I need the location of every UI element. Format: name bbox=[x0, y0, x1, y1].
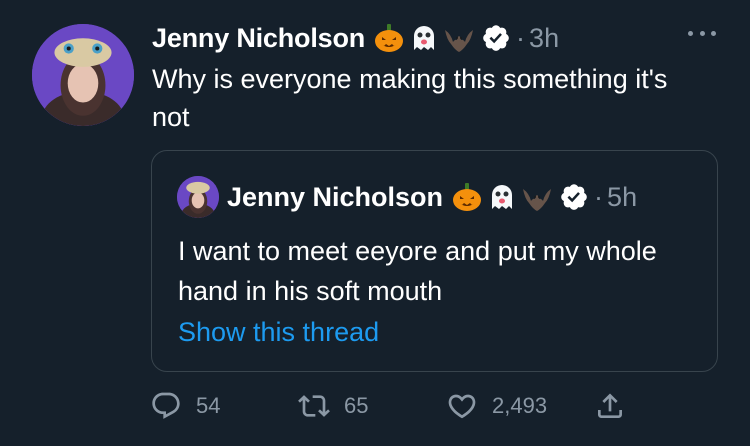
tweet-card[interactable]: Jenny Nicholson · 3h Why is everyone mak… bbox=[0, 0, 750, 446]
verified-badge-icon bbox=[559, 182, 589, 212]
quoted-tweet-text: I want to meet eeyore and put my whole h… bbox=[178, 236, 657, 306]
jack-o-lantern-icon bbox=[451, 181, 483, 213]
quoted-author-avatar bbox=[177, 176, 219, 218]
avatar-image bbox=[32, 24, 134, 126]
heart-icon bbox=[446, 390, 478, 422]
verified-badge-icon bbox=[481, 23, 511, 53]
reply-button[interactable]: 54 bbox=[150, 386, 220, 426]
quoted-tweet[interactable]: Jenny Nicholson · 5h I want to meet eeyo… bbox=[151, 150, 718, 372]
more-dot bbox=[699, 30, 705, 36]
tweet-timestamp[interactable]: 3h bbox=[529, 23, 559, 54]
tweet-actions: 54 65 2,493 bbox=[150, 386, 650, 426]
quoted-tweet-timestamp: 5h bbox=[607, 181, 638, 212]
retweet-button[interactable]: 65 bbox=[298, 386, 368, 426]
separator-dot: · bbox=[594, 181, 604, 212]
bat-icon bbox=[443, 22, 475, 54]
reply-count: 54 bbox=[196, 393, 221, 418]
tweet-header: Jenny Nicholson · 3h bbox=[152, 18, 559, 58]
retweet-icon bbox=[298, 390, 330, 422]
like-button[interactable]: 2,493 bbox=[446, 386, 547, 426]
more-options-icon[interactable] bbox=[688, 26, 716, 40]
quoted-author-name: Jenny Nicholson bbox=[227, 181, 444, 212]
name-emojis bbox=[373, 22, 475, 54]
bat-icon bbox=[521, 181, 553, 213]
share-icon bbox=[594, 390, 626, 422]
reply-icon bbox=[150, 390, 182, 422]
tweet-text: Why is everyone making this something it… bbox=[152, 64, 668, 132]
author-name[interactable]: Jenny Nicholson bbox=[152, 23, 365, 54]
share-button[interactable] bbox=[594, 386, 626, 426]
retweet-count: 65 bbox=[344, 393, 369, 418]
ghost-icon bbox=[408, 22, 440, 54]
more-dot bbox=[688, 30, 693, 36]
jack-o-lantern-icon bbox=[373, 22, 405, 54]
show-thread-link[interactable]: Show this thread bbox=[178, 317, 379, 348]
more-dot bbox=[711, 30, 716, 36]
ghost-icon bbox=[486, 181, 518, 213]
separator-dot: · bbox=[516, 22, 526, 53]
like-count: 2,493 bbox=[492, 393, 548, 418]
quoted-name-emojis bbox=[451, 181, 553, 213]
author-avatar[interactable] bbox=[32, 24, 134, 126]
quoted-tweet-header: Jenny Nicholson · 5h bbox=[177, 176, 638, 218]
